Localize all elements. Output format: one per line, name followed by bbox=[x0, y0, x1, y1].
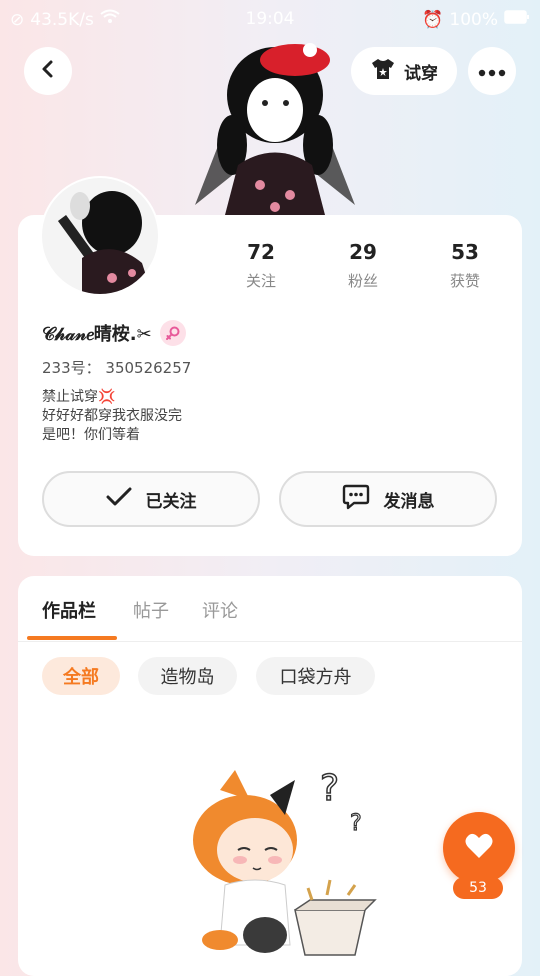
bio-line: 好好好都穿我衣服没完 bbox=[42, 408, 182, 424]
username-row: 𝒞𝒽𝒶𝓃𝑒晴桉.✂ bbox=[42, 320, 186, 346]
avatar-character-figure bbox=[190, 35, 360, 215]
uid-value: 350526257 bbox=[105, 359, 192, 377]
tab-comments[interactable]: 评论 bbox=[202, 597, 238, 623]
bio-line: 禁止试穿💢 bbox=[42, 389, 116, 405]
battery-icon bbox=[504, 9, 530, 30]
alarm-icon: ⏰ bbox=[422, 9, 444, 30]
stat-value: 72 bbox=[247, 240, 275, 264]
battery-percent: 100% bbox=[449, 9, 498, 30]
active-tab-indicator bbox=[27, 636, 117, 640]
try-on-button[interactable]: 试穿 bbox=[351, 47, 457, 95]
bio-line: 是吧！你们等着 bbox=[42, 427, 140, 443]
tab-works[interactable]: 作品栏 bbox=[42, 597, 96, 623]
username: 𝒞𝒽𝒶𝓃𝑒晴桉.✂ bbox=[42, 324, 152, 345]
more-icon bbox=[478, 62, 506, 81]
empty-state-illustration: ? ? bbox=[180, 760, 380, 960]
bio: 禁止试穿💢 好好好都穿我衣服没完 是吧！你们等着 bbox=[42, 388, 182, 445]
status-bar: ⊘ 43.5K/s 19:04 ⏰ 100% bbox=[0, 0, 540, 40]
back-button[interactable] bbox=[24, 47, 72, 95]
more-button[interactable] bbox=[468, 47, 516, 95]
tshirt-icon bbox=[370, 58, 396, 85]
stat-value: 53 bbox=[451, 240, 479, 264]
stat-label: 获赞 bbox=[449, 272, 480, 290]
uid-label: 233号： bbox=[42, 359, 101, 377]
like-count: 53 bbox=[453, 877, 503, 899]
user-id: 233号： 350526257 bbox=[42, 357, 191, 378]
stat-following[interactable]: 72 关注 bbox=[216, 240, 306, 291]
send-message-button[interactable]: 发消息 bbox=[279, 471, 497, 527]
stat-followers[interactable]: 29 粉丝 bbox=[318, 240, 408, 291]
tab-divider bbox=[18, 641, 522, 642]
svg-text:?: ? bbox=[320, 768, 339, 809]
send-message-label: 发消息 bbox=[383, 491, 435, 512]
filter-all[interactable]: 全部 bbox=[42, 657, 120, 695]
tab-posts[interactable]: 帖子 bbox=[133, 597, 169, 623]
filter-pocket-ark[interactable]: 口袋方舟 bbox=[256, 657, 375, 695]
status-right: ⏰ 100% bbox=[422, 9, 530, 30]
followed-label: 已关注 bbox=[145, 491, 197, 512]
chat-icon bbox=[342, 484, 370, 515]
stat-value: 29 bbox=[349, 240, 377, 264]
svg-text:?: ? bbox=[350, 811, 362, 836]
stat-label: 粉丝 bbox=[347, 272, 378, 290]
try-on-label: 试穿 bbox=[404, 63, 438, 84]
avatar[interactable] bbox=[42, 178, 158, 294]
stat-likes[interactable]: 53 获赞 bbox=[420, 240, 510, 291]
female-icon bbox=[159, 320, 186, 346]
like-button[interactable] bbox=[443, 812, 515, 884]
filter-creation-island[interactable]: 造物岛 bbox=[138, 657, 237, 695]
followed-button[interactable]: 已关注 bbox=[42, 471, 260, 527]
stat-label: 关注 bbox=[245, 272, 276, 290]
check-icon bbox=[106, 487, 132, 512]
back-icon bbox=[40, 59, 56, 83]
heart-icon bbox=[464, 832, 494, 864]
